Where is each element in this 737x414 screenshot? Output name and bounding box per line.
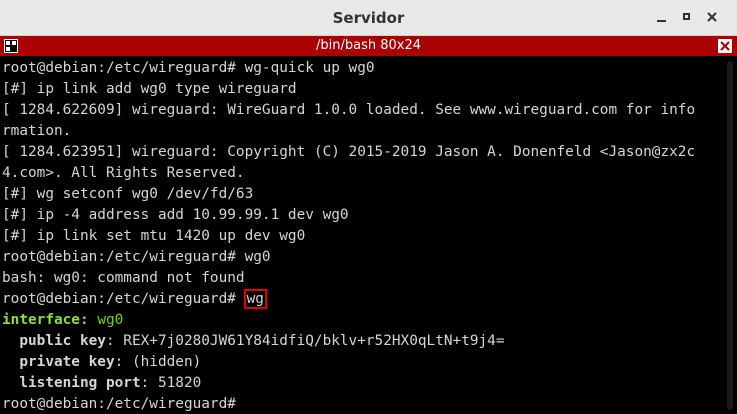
interface-label: interface: [2, 312, 80, 328]
window-titlebar[interactable]: Servidor: [0, 0, 737, 36]
final-prompt: root@debian:/etc/wireguard#: [2, 396, 245, 412]
listening-port-label: listening port: [19, 375, 141, 391]
listening-port-value: 51820: [157, 375, 202, 391]
close-icon: [707, 11, 717, 22]
public-key-line: public key: REX+7j0280JW61Y84idfiQ/bklv+…: [19, 333, 505, 349]
terminal-scrollbar[interactable]: [723, 57, 737, 414]
terminal-line: root@debian:/etc/wireguard# wg0: [2, 249, 271, 265]
window-title: Servidor: [332, 9, 405, 27]
terminal-line: bash: wg0: command not found: [2, 270, 245, 286]
minimize-icon: [656, 19, 666, 22]
final-prompt-line: root@debian:/etc/wireguard#: [2, 394, 245, 414]
tab-close-icon[interactable]: [718, 39, 732, 53]
terminal-line: root@debian:/etc/wireguard# wg-quick up …: [2, 60, 375, 76]
private-key-label: private key: [19, 354, 115, 370]
terminal-line: [#] ip link set mtu 1420 up dev wg0: [2, 228, 306, 244]
tab-title[interactable]: /bin/bash 80x24: [0, 36, 737, 56]
public-key-label: public key: [19, 333, 106, 349]
interface-line: interface: wg0: [2, 312, 124, 328]
terminal-line: rmation.: [2, 123, 72, 139]
terminal-tab-bar: /bin/bash 80x24: [0, 36, 737, 56]
terminal-line: 4.com>. All Rights Reserved.: [2, 165, 245, 181]
private-key-value: (hidden): [131, 354, 202, 370]
terminal-line: [ 1284.623951] wireguard: Copyright (C) …: [2, 144, 696, 160]
maximize-button[interactable]: [676, 8, 696, 28]
scrollbar-thumb[interactable]: [727, 61, 733, 410]
terminal-line: [#] ip -4 address add 10.99.99.1 dev wg0: [2, 207, 349, 223]
listening-port-line: listening port: 51820: [19, 375, 202, 391]
terminal-window: Servidor /bin/bash 80x24 root@debian:/et…: [0, 0, 737, 414]
terminal-line: [ 1284.622609] wireguard: WireGuard 1.0.…: [2, 102, 696, 118]
terminal-line: [#] ip link add wg0 type wireguard: [2, 81, 297, 97]
maximize-icon: [682, 13, 690, 20]
interface-name: wg0: [97, 312, 124, 328]
public-key-value: REX+7j0280JW61Y84idfiQ/bklv+r52HX0qLtN+t…: [123, 333, 505, 349]
close-button[interactable]: [702, 8, 722, 28]
shell-prompt: root@debian:/etc/wireguard#: [2, 291, 245, 307]
minimize-button[interactable]: [651, 8, 671, 28]
terminal-line-wg-command: root@debian:/etc/wireguard# wg: [2, 289, 267, 310]
terminal-output[interactable]: root@debian:/etc/wireguard# wg-quick up …: [0, 57, 723, 414]
highlighted-command: wg: [243, 289, 267, 309]
private-key-line: private key: (hidden): [19, 354, 202, 370]
terminal-line: [#] wg setconf wg0 /dev/fd/63: [2, 186, 254, 202]
